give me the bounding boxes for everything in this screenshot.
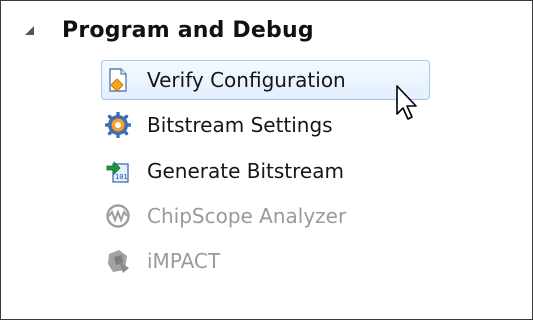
svg-text:101: 101 (115, 173, 128, 181)
tree-item-verify-configuration[interactable]: Verify Configuration (101, 60, 430, 100)
expand-collapse-triangle-icon[interactable] (25, 26, 34, 35)
process-tree-panel: Program and Debug Verify Configuration B… (0, 0, 533, 320)
item-label: Verify Configuration (147, 68, 346, 92)
document-verify-icon (109, 68, 127, 92)
group-title: Program and Debug (62, 18, 314, 43)
tree-item-impact[interactable]: iMPACT (101, 241, 431, 281)
chipscope-waveform-icon (106, 204, 130, 228)
item-label: Generate Bitstream (147, 159, 344, 183)
gear-settings-icon (105, 112, 131, 138)
impact-tool-icon (108, 250, 129, 273)
item-label: iMPACT (147, 249, 221, 273)
item-label: ChipScope Analyzer (147, 204, 347, 228)
item-label: Bitstream Settings (147, 113, 333, 137)
tree-item-generate-bitstream[interactable]: 101 Generate Bitstream (101, 151, 431, 191)
tree-item-bitstream-settings[interactable]: Bitstream Settings (101, 105, 431, 145)
binary-file-arrow-icon: 101 (106, 161, 129, 183)
group-program-and-debug[interactable]: Program and Debug (1, 15, 532, 51)
tree-item-chipscope-analyzer[interactable]: ChipScope Analyzer (101, 196, 431, 236)
mouse-pointer-icon (396, 85, 417, 120)
